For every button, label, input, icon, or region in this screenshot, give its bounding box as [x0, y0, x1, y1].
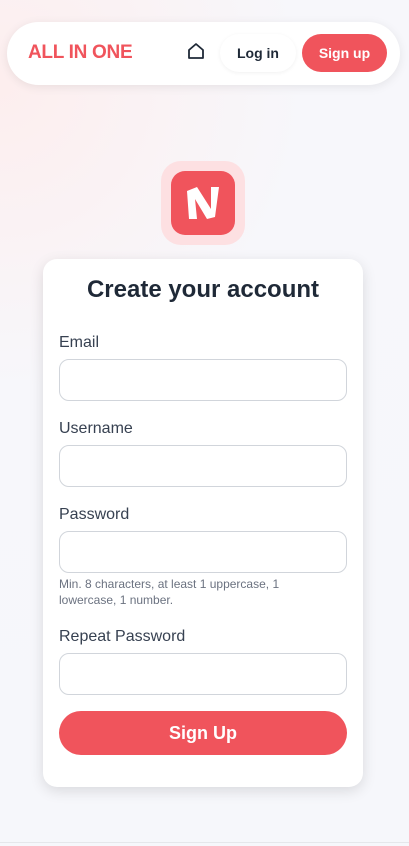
username-label: Username [59, 420, 133, 437]
signup-submit-button[interactable]: Sign Up [59, 711, 347, 755]
brand-logo-text[interactable]: ALL IN ONE [28, 42, 133, 64]
login-button[interactable]: Log in [220, 34, 296, 72]
repeat-password-label: Repeat Password [59, 628, 186, 645]
password-field[interactable] [59, 531, 347, 573]
page-title: Create your account [86, 276, 320, 303]
top-navbar: ALL IN ONE Log in Sign up [7, 22, 400, 85]
username-field[interactable] [59, 445, 347, 487]
email-field[interactable] [59, 359, 347, 401]
home-icon [186, 41, 206, 66]
email-label: Email [59, 334, 100, 351]
app-logo-n-icon [171, 171, 235, 235]
repeat-password-field[interactable] [59, 653, 347, 695]
password-label: Password [59, 506, 130, 523]
password-hint: Min. 8 characters, at least 1 uppercase,… [59, 577, 280, 607]
app-logo [161, 161, 245, 245]
home-button[interactable] [185, 42, 207, 64]
signup-card: Create your account Email Username Passw… [43, 259, 363, 787]
signup-nav-button[interactable]: Sign up [302, 34, 387, 72]
divider [0, 842, 409, 843]
